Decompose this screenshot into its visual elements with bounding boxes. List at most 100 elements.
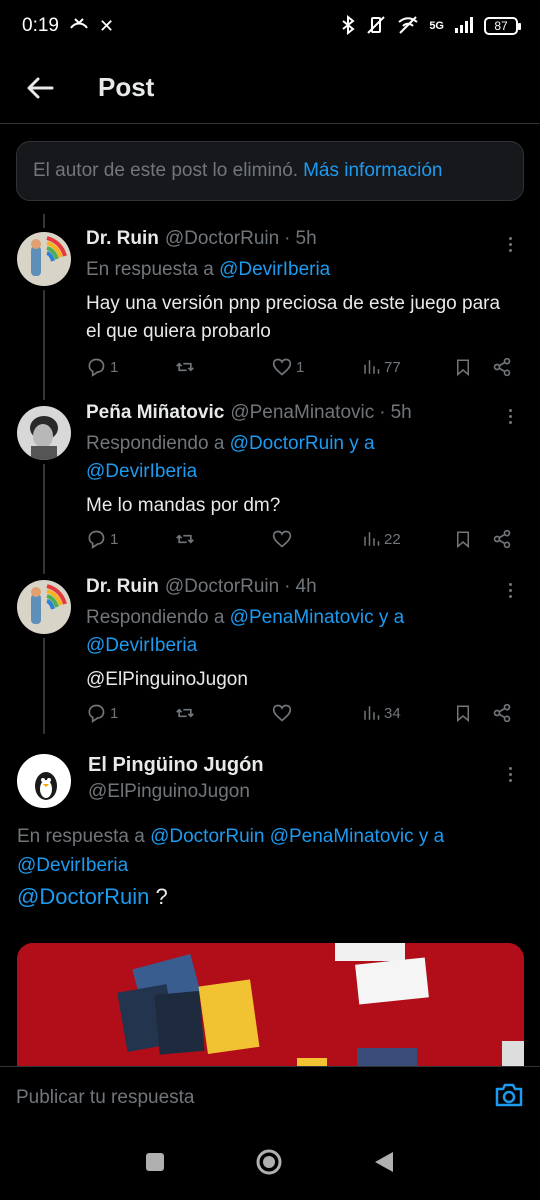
separator-dot: · bbox=[284, 228, 291, 249]
mention-link[interactable]: @DoctorRuin bbox=[17, 884, 149, 909]
reply-tweet[interactable]: Dr. Ruin @DoctorRuin · 5h En respuesta a… bbox=[0, 228, 540, 388]
reply-icon bbox=[88, 530, 105, 549]
mention-link[interactable]: @DevirIberia bbox=[17, 855, 128, 876]
mention-link[interactable]: @DoctorRuin y a bbox=[230, 433, 375, 454]
like-button[interactable] bbox=[272, 529, 296, 549]
views-icon bbox=[364, 706, 380, 720]
circle-icon bbox=[256, 1149, 282, 1174]
more-options-button[interactable] bbox=[500, 764, 520, 784]
signal-icon bbox=[454, 16, 474, 36]
views-button[interactable]: 22 bbox=[362, 529, 401, 549]
author-handle[interactable]: @ElPinguinoJugon bbox=[88, 781, 520, 803]
reply-composer-bar: Publicar tu respuesta bbox=[0, 1066, 540, 1128]
reply-button[interactable]: 1 bbox=[86, 529, 118, 549]
like-button[interactable]: 1 bbox=[272, 357, 304, 377]
more-info-link[interactable]: Más información bbox=[303, 160, 442, 182]
mention-link[interactable]: @DevirIberia bbox=[86, 461, 197, 482]
reply-context: En respuesta a @DevirIberia bbox=[86, 256, 520, 284]
reply-prefix: En respuesta a bbox=[17, 826, 145, 847]
retweet-button[interactable] bbox=[174, 357, 200, 377]
author-name[interactable]: El Pingüino Jugón bbox=[88, 754, 520, 777]
close-notification-icon: ✕ bbox=[98, 15, 115, 36]
views-icon bbox=[364, 360, 380, 374]
deleted-notice-text: El autor de este post lo eliminó. bbox=[33, 160, 299, 181]
share-icon bbox=[493, 703, 511, 723]
avatar[interactable] bbox=[17, 754, 71, 808]
avatar[interactable] bbox=[17, 580, 71, 634]
author-handle[interactable]: @DoctorRuin bbox=[165, 576, 279, 598]
tweet-text-mention[interactable]: @ElPinguinoJugon bbox=[86, 666, 520, 694]
reply-tweet[interactable]: Peña Miñatovic @PenaMinatovic · 5h Respo… bbox=[0, 402, 540, 562]
status-time: 0:19 bbox=[22, 15, 59, 36]
author-handle[interactable]: @PenaMinatovic bbox=[230, 402, 374, 424]
bookmark-icon bbox=[457, 531, 469, 549]
timestamp[interactable]: 4h bbox=[296, 576, 317, 598]
mention-link[interactable]: @DevirIberia bbox=[86, 635, 197, 656]
status-bar: 0:19 ✕ 5G 87 bbox=[0, 0, 540, 52]
recents-button[interactable] bbox=[145, 1152, 165, 1177]
like-count: 1 bbox=[296, 358, 305, 376]
mention-link[interactable]: @DoctorRuin @PenaMinatovic y a bbox=[150, 826, 444, 847]
bookmark-button[interactable] bbox=[454, 529, 472, 549]
home-button[interactable] bbox=[255, 1148, 283, 1181]
retweet-button[interactable] bbox=[174, 703, 200, 723]
views-count: 22 bbox=[384, 530, 401, 548]
share-icon bbox=[493, 529, 511, 549]
heart-icon bbox=[272, 704, 292, 722]
author-name[interactable]: Dr. Ruin bbox=[86, 228, 159, 250]
mention-link[interactable]: @DevirIberia bbox=[219, 259, 330, 280]
square-icon bbox=[146, 1152, 164, 1171]
camera-icon bbox=[495, 1083, 523, 1107]
tweet-actions: 1 1 77 bbox=[86, 354, 518, 380]
share-button[interactable] bbox=[492, 357, 512, 377]
reply-icon bbox=[88, 358, 105, 377]
reply-button[interactable]: 1 bbox=[86, 703, 118, 723]
reply-input[interactable]: Publicar tu respuesta bbox=[16, 1087, 195, 1109]
reply-count: 1 bbox=[110, 704, 119, 722]
battery-level: 87 bbox=[494, 19, 508, 33]
share-button[interactable] bbox=[492, 703, 512, 723]
tweet-text: @DoctorRuin ? bbox=[17, 884, 168, 910]
reply-prefix: En respuesta a bbox=[86, 259, 214, 280]
share-icon bbox=[493, 357, 511, 377]
back-button[interactable] bbox=[0, 76, 80, 100]
back-nav-button[interactable] bbox=[373, 1150, 395, 1179]
reply-context: Respondiendo a @DoctorRuin y a @DevirIbe… bbox=[86, 430, 520, 486]
reply-prefix: Respondiendo a bbox=[86, 433, 225, 454]
views-button[interactable]: 34 bbox=[362, 703, 401, 723]
share-button[interactable] bbox=[492, 529, 512, 549]
more-options-button[interactable] bbox=[500, 580, 520, 600]
mention-link[interactable]: @PenaMinatovic y a bbox=[230, 607, 405, 628]
more-options-button[interactable] bbox=[500, 234, 520, 254]
reply-button[interactable]: 1 bbox=[86, 357, 118, 377]
bookmark-icon bbox=[457, 359, 469, 377]
battery-icon: 87 bbox=[484, 17, 521, 35]
deleted-post-notice: El autor de este post lo eliminó. Más in… bbox=[16, 141, 524, 201]
system-nav-bar bbox=[0, 1128, 540, 1200]
author-handle[interactable]: @DoctorRuin bbox=[165, 228, 279, 250]
app-header: Post bbox=[0, 52, 540, 124]
reply-context: En respuesta a @DoctorRuin @PenaMinatovi… bbox=[17, 822, 517, 880]
tweet-text: Me lo mandas por dm? bbox=[86, 495, 281, 516]
camera-button[interactable] bbox=[494, 1082, 524, 1113]
avatar[interactable] bbox=[17, 406, 71, 460]
retweet-icon bbox=[176, 708, 194, 718]
author-name[interactable]: Dr. Ruin bbox=[86, 576, 159, 598]
bookmark-button[interactable] bbox=[454, 703, 472, 723]
reply-tweet[interactable]: Dr. Ruin @DoctorRuin · 4h Respondiendo a… bbox=[0, 576, 540, 736]
bookmark-button[interactable] bbox=[454, 357, 472, 377]
timestamp[interactable]: 5h bbox=[296, 228, 317, 250]
reply-icon bbox=[88, 704, 105, 723]
author-name[interactable]: Peña Miñatovic bbox=[86, 402, 224, 424]
like-button[interactable] bbox=[272, 703, 296, 723]
views-button[interactable]: 77 bbox=[362, 357, 401, 377]
avatar[interactable] bbox=[17, 232, 71, 286]
heart-icon bbox=[272, 358, 292, 376]
reply-count: 1 bbox=[110, 530, 119, 548]
tweet-actions: 1 34 bbox=[86, 700, 518, 726]
timestamp[interactable]: 5h bbox=[391, 402, 412, 424]
focused-tweet: El Pingüino Jugón @ElPinguinoJugon bbox=[0, 750, 540, 820]
tweet-media-image[interactable] bbox=[17, 943, 524, 1068]
more-options-button[interactable] bbox=[500, 406, 520, 426]
retweet-button[interactable] bbox=[174, 529, 200, 549]
